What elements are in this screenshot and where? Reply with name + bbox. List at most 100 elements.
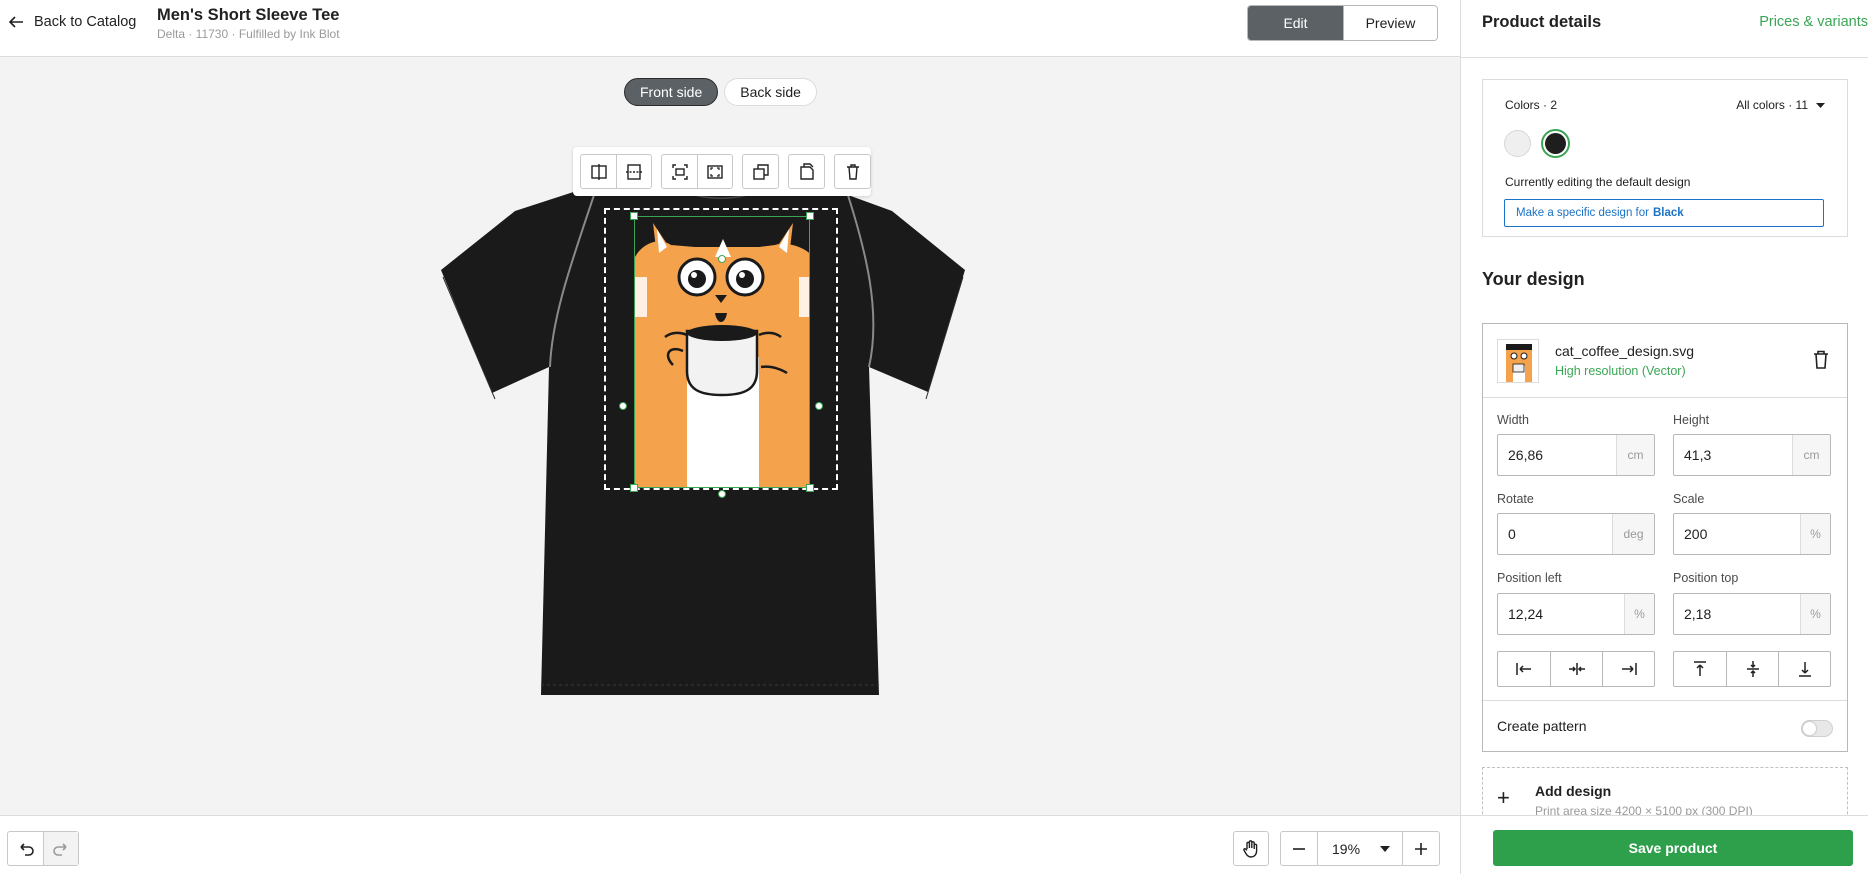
bottom-bar: 19% <box>0 815 1460 874</box>
color-swatch-black[interactable] <box>1541 129 1570 158</box>
rotate-handle-left[interactable] <box>619 402 627 410</box>
width-field[interactable]: cm <box>1497 434 1655 476</box>
rotate-handle-bottom[interactable] <box>718 490 726 498</box>
make-specific-design-button[interactable]: Make a specific design for Black <box>1504 199 1824 227</box>
layer-group <box>742 154 779 189</box>
width-label: Width <box>1497 413 1529 427</box>
redo-button[interactable] <box>43 832 78 865</box>
trash-icon[interactable] <box>1813 350 1829 370</box>
specific-design-color: Black <box>1652 207 1684 219</box>
align-right-button[interactable] <box>1602 652 1654 686</box>
position-left-unit: % <box>1624 594 1654 634</box>
design-layer-card: cat_coffee_design.svg High resolution (V… <box>1482 323 1848 752</box>
flip-group <box>580 154 652 189</box>
position-left-input[interactable] <box>1498 594 1624 634</box>
top-header: Back to Catalog Men's Short Sleeve Tee D… <box>0 0 1460 57</box>
color-swatch-white[interactable] <box>1504 130 1531 157</box>
redo-icon <box>53 842 67 856</box>
flip-vertical-icon <box>626 163 642 180</box>
zoom-out-button[interactable] <box>1281 832 1317 865</box>
cat-thumbnail-icon <box>1506 344 1532 382</box>
delete-layer-button[interactable] <box>835 155 870 188</box>
prices-variants-link[interactable]: Prices & variants <box>1759 14 1868 30</box>
fit-group <box>661 154 733 189</box>
tab-back-side[interactable]: Back side <box>724 78 817 106</box>
arrow-left-icon <box>8 16 23 28</box>
align-center-vertical-icon <box>1746 661 1759 677</box>
width-unit: cm <box>1616 435 1654 475</box>
resize-handle-bottom-left[interactable] <box>630 484 638 492</box>
zoom-level-select[interactable]: 19% <box>1317 832 1403 865</box>
save-product-button[interactable]: Save product <box>1493 830 1853 866</box>
all-colors-dropdown[interactable]: All colors · 11 <box>1736 98 1825 112</box>
minus-icon <box>1293 847 1305 850</box>
vertical-align-group <box>1673 651 1831 687</box>
design-file-name: cat_coffee_design.svg <box>1555 343 1695 359</box>
height-label: Height <box>1673 413 1710 427</box>
edit-mode-button[interactable]: Edit <box>1248 6 1343 40</box>
resize-handle-bottom-right[interactable] <box>806 484 814 492</box>
editing-note: Currently editing the default design <box>1505 175 1691 189</box>
duplicate-button[interactable] <box>789 155 824 188</box>
zoom-value: 19% <box>1332 840 1361 857</box>
position-top-label: Position top <box>1673 571 1739 585</box>
scale-input[interactable] <box>1674 514 1800 554</box>
fill-area-icon <box>707 164 723 179</box>
flip-vertical-button[interactable] <box>616 155 651 188</box>
align-bottom-button[interactable] <box>1778 652 1830 686</box>
design-thumbnail <box>1497 339 1539 383</box>
design-resolution: High resolution (Vector) <box>1555 364 1686 378</box>
rotate-unit: deg <box>1612 514 1654 554</box>
product-subtitle: Delta · 11730 · Fulfilled by Ink Blot <box>157 27 340 41</box>
chevron-down-icon <box>1380 845 1390 852</box>
resize-handle-top-right[interactable] <box>806 212 814 220</box>
back-to-catalog-link[interactable]: Back to Catalog <box>8 11 136 33</box>
plus-icon: + <box>1497 785 1510 810</box>
product-details-panel: Product details Prices & variants Colors… <box>1460 0 1868 874</box>
position-top-field[interactable]: % <box>1673 593 1831 635</box>
height-field[interactable]: cm <box>1673 434 1831 476</box>
hand-icon <box>1243 839 1258 858</box>
align-center-h-button[interactable] <box>1550 652 1602 686</box>
panel-footer: Save product <box>1461 815 1868 874</box>
scale-unit: % <box>1800 514 1830 554</box>
fill-area-button[interactable] <box>697 155 732 188</box>
colors-count-label: Colors · 2 <box>1505 98 1558 112</box>
product-title: Men's Short Sleeve Tee <box>157 6 340 24</box>
rotate-handle-top[interactable] <box>718 255 726 263</box>
bring-forward-button[interactable] <box>743 155 778 188</box>
tab-front-side[interactable]: Front side <box>624 78 719 106</box>
pan-tool-button[interactable] <box>1233 831 1269 866</box>
scale-label: Scale <box>1673 492 1705 506</box>
preview-mode-button[interactable]: Preview <box>1343 6 1437 40</box>
duplicate-group <box>788 154 825 189</box>
position-left-field[interactable]: % <box>1497 593 1655 635</box>
position-top-unit: % <box>1800 594 1830 634</box>
rotate-input[interactable] <box>1498 514 1612 554</box>
undo-button[interactable] <box>8 832 43 865</box>
align-top-button[interactable] <box>1674 652 1726 686</box>
position-top-input[interactable] <box>1674 594 1800 634</box>
panel-divider <box>1461 57 1868 58</box>
scale-field[interactable]: % <box>1673 513 1831 555</box>
resize-handle-top-left[interactable] <box>630 212 638 220</box>
align-left-button[interactable] <box>1498 652 1550 686</box>
rotate-field[interactable]: deg <box>1497 513 1655 555</box>
panel-title: Product details <box>1482 13 1602 31</box>
plus-icon <box>1415 842 1427 855</box>
delete-icon <box>846 163 859 180</box>
flip-horizontal-icon <box>590 163 607 180</box>
fit-to-area-button[interactable] <box>662 155 697 188</box>
add-design-title: Add design <box>1535 783 1612 799</box>
flip-horizontal-button[interactable] <box>581 155 616 188</box>
height-input[interactable] <box>1674 435 1792 475</box>
align-top-icon <box>1694 661 1706 676</box>
align-center-v-button[interactable] <box>1726 652 1778 686</box>
create-pattern-toggle[interactable] <box>1801 720 1833 737</box>
zoom-controls: 19% <box>1280 831 1440 866</box>
mode-toggle: Edit Preview <box>1247 5 1438 41</box>
history-controls <box>7 831 79 866</box>
rotate-handle-right[interactable] <box>815 402 823 410</box>
zoom-in-button[interactable] <box>1403 832 1439 865</box>
width-input[interactable] <box>1498 435 1616 475</box>
